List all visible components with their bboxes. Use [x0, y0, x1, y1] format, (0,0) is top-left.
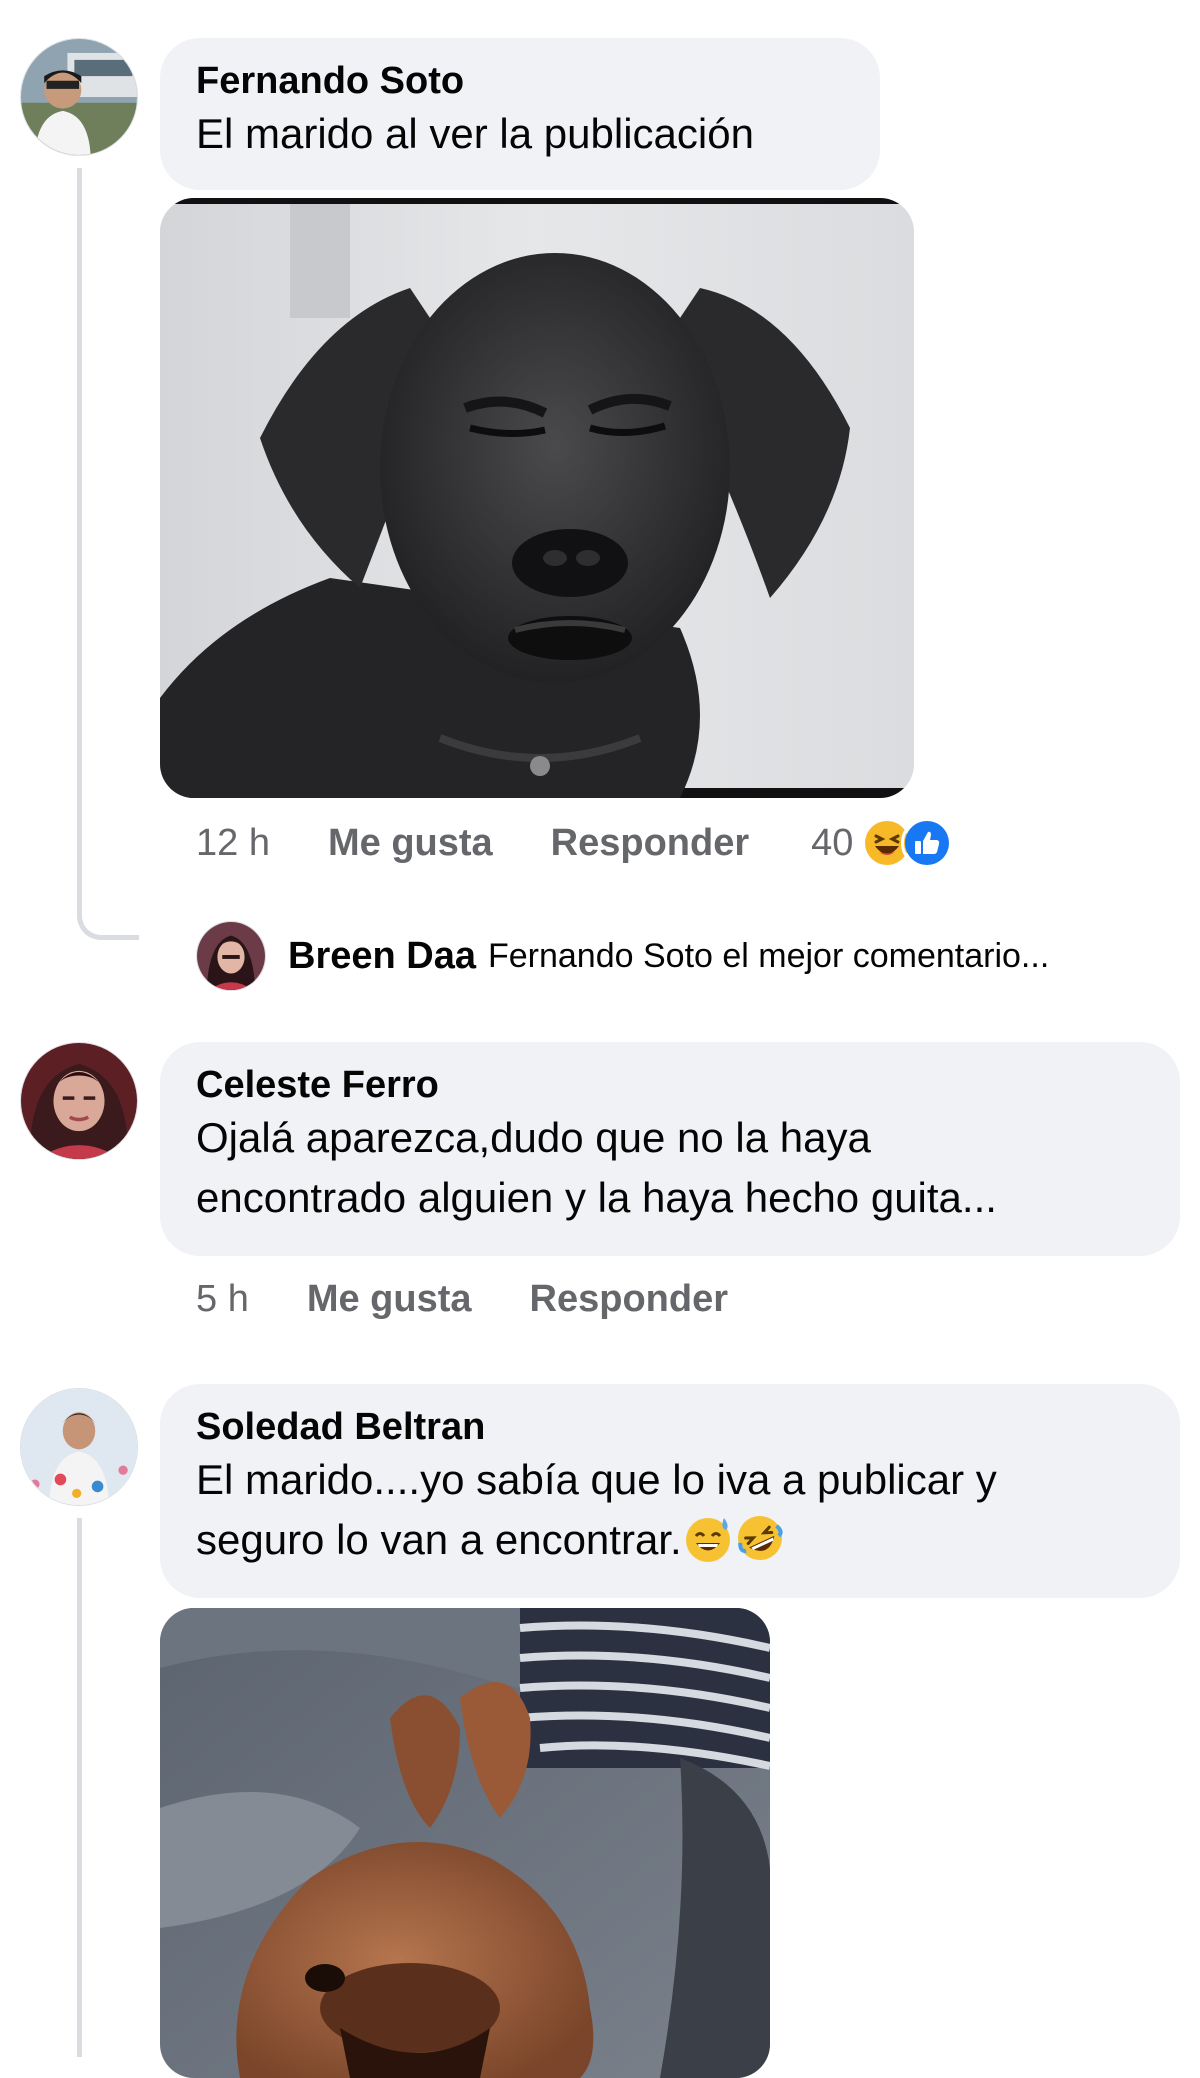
- comment-text-line: El marido....yo sabía que lo iva a publi…: [196, 1456, 997, 1503]
- thread-line: [77, 168, 82, 908]
- comment-bubble: Fernando Soto El marido al ver la public…: [160, 38, 880, 190]
- comment-gif-brown-dog[interactable]: [160, 1608, 770, 2078]
- like-button[interactable]: Me gusta: [328, 822, 493, 865]
- comment-author[interactable]: Soledad Beltran: [196, 1404, 1144, 1450]
- comment-author[interactable]: Fernando Soto: [196, 58, 844, 104]
- avatar-breen-daa: [196, 921, 266, 991]
- black-dog-image: [160, 198, 914, 798]
- reply-author: Breen Daa: [288, 934, 476, 977]
- brown-dog-image: [160, 1608, 770, 2078]
- comment-text: El marido al ver la publicación: [196, 110, 754, 157]
- sweat-smile-emoji-icon: [682, 1512, 734, 1564]
- reply-preview[interactable]: Breen Daa Fernando Soto el mejor comenta…: [196, 920, 1049, 992]
- reaction-summary[interactable]: 40: [811, 817, 954, 869]
- comment-bubble: Soledad Beltran El marido....yo sabía qu…: [160, 1384, 1180, 1598]
- avatar-soledad-beltran[interactable]: [20, 1388, 138, 1506]
- avatar-celeste-ferro[interactable]: [20, 1042, 138, 1160]
- comment-timestamp[interactable]: 5 h: [196, 1278, 249, 1321]
- comment-text-line: seguro lo van a encontrar.: [196, 1516, 682, 1563]
- comment-timestamp[interactable]: 12 h: [196, 822, 270, 865]
- reply-preview-text: Fernando Soto el mejor comentario...: [487, 936, 1050, 975]
- comment-bubble: Celeste Ferro Ojalá aparezca,dudo que no…: [160, 1042, 1180, 1256]
- comment-actions: 12 h Me gusta Responder 40: [196, 817, 954, 869]
- comment-text-line-with-emojis: seguro lo van a encontrar.: [196, 1510, 1144, 1570]
- thread-line: [77, 1518, 82, 2057]
- thread-connector: [77, 890, 139, 940]
- comment-text-line: Ojalá aparezca,dudo que no la haya: [196, 1114, 871, 1161]
- comment-text-line: encontrado alguien y la haya hecho guita…: [196, 1174, 997, 1221]
- comment-author[interactable]: Celeste Ferro: [196, 1062, 1144, 1108]
- rolling-laugh-emoji-icon: [734, 1512, 786, 1564]
- reply-button[interactable]: Responder: [551, 822, 749, 865]
- like-reaction-icon: [901, 817, 954, 869]
- like-button[interactable]: Me gusta: [307, 1278, 472, 1321]
- avatar-image: [21, 1043, 137, 1159]
- reaction-count: 40: [811, 821, 854, 864]
- avatar-image: [21, 1389, 137, 1505]
- avatar-image: [21, 39, 137, 155]
- reply-button[interactable]: Responder: [530, 1278, 728, 1321]
- comment-image-black-dog[interactable]: [160, 198, 914, 798]
- avatar-fernando-soto[interactable]: [20, 38, 138, 156]
- comment-actions: 5 h Me gusta Responder: [196, 1274, 786, 1324]
